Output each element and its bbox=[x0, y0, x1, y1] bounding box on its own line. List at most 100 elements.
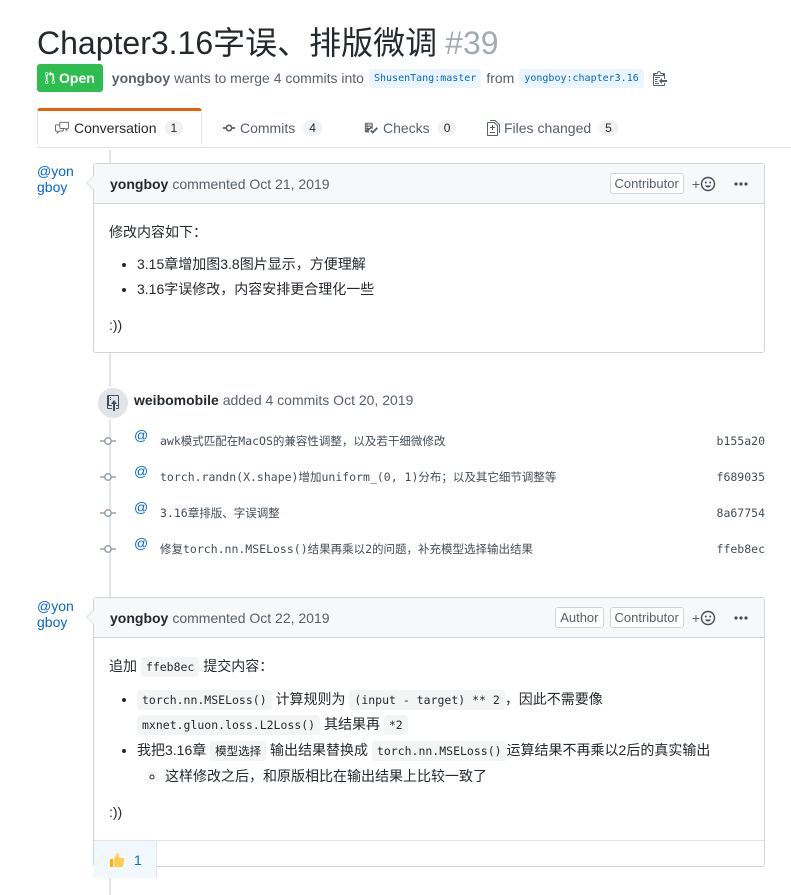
repo-push-icon bbox=[96, 386, 130, 420]
list-item: torch.nn.MSELoss() 计算规则为 (input - target… bbox=[137, 687, 749, 737]
commit-row: @ 修复torch.nn.MSELoss()结果再乘以2的问题，补充模型选择输出… bbox=[100, 535, 765, 561]
inline-code: (input - target) ** 2 bbox=[349, 690, 505, 710]
tab-conversation-label: Conversation bbox=[74, 119, 157, 136]
pr-author-link[interactable]: yongboy bbox=[112, 70, 170, 86]
commit-avatar[interactable]: @ bbox=[134, 535, 148, 551]
tab-files-changed-label: Files changed bbox=[504, 120, 592, 136]
event-action: added 4 commits Oct 20, 2019 bbox=[222, 392, 414, 408]
commit-sha[interactable]: b155a20 bbox=[717, 434, 765, 448]
comment-outro: :)) bbox=[109, 317, 123, 333]
from-text: from bbox=[486, 70, 515, 86]
event-author[interactable]: weibomobile bbox=[134, 392, 219, 408]
intro-prefix: 追加 bbox=[109, 658, 137, 674]
pr-title: Chapter3.16字误、排版微调 bbox=[37, 25, 438, 61]
sub-list-item: 这样修改之后，和原版相比在输出结果上比较一致了 bbox=[165, 764, 749, 788]
git-commit-icon bbox=[100, 508, 116, 518]
commit-message[interactable]: 修复torch.nn.MSELoss()结果再乘以2的问题，补充模型选择输出结果 bbox=[160, 541, 533, 557]
list-text: 计算规则为 bbox=[275, 691, 346, 707]
commit-row: @ torch.randn(X.shape)增加uniform_(0, 1)分布… bbox=[100, 463, 765, 489]
inline-code: ffeb8ec bbox=[140, 657, 200, 677]
file-diff-icon bbox=[487, 120, 500, 136]
git-commit-icon bbox=[100, 472, 116, 482]
checklist-icon bbox=[363, 121, 379, 135]
comment-author[interactable]: yongboy bbox=[110, 610, 168, 626]
contributor-label: Contributor bbox=[609, 607, 684, 628]
list-item: 3.16字误修改，内容安排更合理化一些 bbox=[137, 277, 749, 301]
tab-commits-count: 4 bbox=[303, 120, 322, 136]
pr-tabs: Conversation 1 Commits 4 Checks 0 Files … bbox=[37, 108, 791, 148]
tab-checks[interactable]: Checks 0 bbox=[363, 109, 457, 147]
inline-code: *2 bbox=[383, 715, 408, 735]
comment-list: 3.15章增加图3.8图片显示，方便理解 3.16字误修改，内容安排更合理化一些 bbox=[109, 252, 749, 301]
comment-body: 追加 ffeb8ec 提交内容： torch.nn.MSELoss() 计算规则… bbox=[94, 638, 764, 840]
tab-commits[interactable]: Commits 4 bbox=[222, 109, 322, 147]
state-label: Open bbox=[59, 70, 95, 86]
comment-intro: 修改内容如下： bbox=[109, 224, 207, 240]
comment-1: yongboy commented Oct 21, 2019 Contribut… bbox=[86, 163, 765, 353]
add-reaction-button[interactable]: + bbox=[692, 176, 716, 192]
state-badge: Open bbox=[37, 64, 103, 92]
kebab-menu-icon[interactable] bbox=[734, 615, 748, 620]
comment-header: yongboy commented Oct 21, 2019 Contribut… bbox=[94, 164, 764, 204]
avatar-alt-line2: gboy bbox=[37, 614, 68, 630]
add-reaction-button[interactable]: + bbox=[692, 610, 716, 626]
commit-row: @ 3.16章排版、字误调整 8a67754 bbox=[100, 499, 765, 525]
commit-avatar[interactable]: @ bbox=[134, 427, 148, 443]
pr-title-row: Chapter3.16字误、排版微调 #39 bbox=[37, 18, 499, 64]
inline-code: torch.nn.MSELoss() bbox=[371, 741, 507, 761]
smiley-icon bbox=[700, 610, 716, 625]
commit-message[interactable]: 3.16章排版、字误调整 bbox=[160, 505, 280, 521]
comment-discussion-icon bbox=[54, 121, 70, 135]
commit-sha[interactable]: 8a67754 bbox=[717, 506, 765, 520]
comment-intro: 追加 ffeb8ec 提交内容： bbox=[109, 654, 749, 679]
comment-2: yongboy commented Oct 22, 2019 Author Co… bbox=[86, 597, 765, 878]
tab-checks-label: Checks bbox=[383, 120, 430, 136]
list-text: 其结果再 bbox=[323, 716, 380, 732]
commit-avatar[interactable]: @ bbox=[134, 499, 148, 515]
clipboard-icon[interactable] bbox=[652, 70, 667, 86]
pr-number: #39 bbox=[445, 25, 499, 61]
intro-suffix: 提交内容： bbox=[203, 658, 274, 674]
comment-header: yongboy commented Oct 22, 2019 Author Co… bbox=[94, 598, 764, 638]
kebab-menu-icon[interactable] bbox=[734, 181, 748, 186]
thumbs-up-reaction-button[interactable]: 1 bbox=[94, 841, 157, 878]
avatar[interactable]: @yon gboy bbox=[37, 163, 74, 195]
commit-message[interactable]: torch.randn(X.shape)增加uniform_(0, 1)分布；以… bbox=[160, 469, 556, 485]
inline-code: torch.nn.MSELoss() bbox=[137, 690, 272, 710]
head-branch[interactable]: yongboy:chapter3.16 bbox=[519, 68, 644, 88]
comment-timestamp[interactable]: commented Oct 21, 2019 bbox=[172, 176, 329, 192]
commit-sha[interactable]: f689035 bbox=[717, 470, 765, 484]
list-text: 我把3.16章 bbox=[137, 742, 207, 758]
comment-list: torch.nn.MSELoss() 计算规则为 (input - target… bbox=[109, 687, 749, 788]
commit-message[interactable]: awk模式匹配在MacOS的兼容性调整，以及若干细微修改 bbox=[160, 433, 445, 449]
avatar-alt-line1: @yon bbox=[37, 598, 74, 614]
commit-avatar[interactable]: @ bbox=[134, 463, 148, 479]
tab-conversation[interactable]: Conversation 1 bbox=[37, 108, 202, 145]
tab-commits-label: Commits bbox=[240, 120, 296, 136]
reaction-count: 1 bbox=[134, 851, 142, 868]
comment-body: 修改内容如下： 3.15章增加图3.8图片显示，方便理解 3.16字误修改，内容… bbox=[94, 204, 764, 353]
commit-sha[interactable]: ffeb8ec bbox=[717, 542, 765, 556]
commits-event: weibomobile added 4 commits Oct 20, 2019 bbox=[134, 392, 413, 408]
tab-files-changed[interactable]: Files changed 5 bbox=[487, 109, 618, 147]
avatar-alt-line1: @yon bbox=[37, 163, 74, 179]
thumbs-up-icon bbox=[108, 851, 126, 869]
list-item: 3.15章增加图3.8图片显示，方便理解 bbox=[137, 252, 749, 276]
comment-author[interactable]: yongboy bbox=[110, 176, 168, 192]
reactions-bar: 1 bbox=[94, 840, 764, 878]
list-text: 运算结果不再乘以2后的真实输出 bbox=[506, 742, 711, 758]
tab-checks-count: 0 bbox=[437, 120, 457, 136]
base-branch[interactable]: ShusenTang:master bbox=[368, 68, 482, 88]
git-commit-icon bbox=[222, 121, 236, 135]
list-item: 我把3.16章 模型选择 输出结果替换成 torch.nn.MSELoss()运… bbox=[137, 738, 749, 788]
pr-meta: Open yongboy wants to merge 4 commits in… bbox=[37, 64, 667, 92]
tab-files-changed-count: 5 bbox=[599, 120, 618, 136]
inline-code: mxnet.gluon.loss.L2Loss() bbox=[137, 715, 321, 735]
inline-code: 模型选择 bbox=[210, 741, 267, 761]
sub-list: 这样修改之后，和原版相比在输出结果上比较一致了 bbox=[137, 764, 749, 788]
contributor-label: Contributor bbox=[609, 173, 684, 194]
avatar[interactable]: @yon gboy bbox=[37, 598, 74, 630]
comment-outro: :)) bbox=[109, 804, 123, 820]
comment-timestamp[interactable]: commented Oct 22, 2019 bbox=[172, 610, 329, 626]
smiley-icon bbox=[700, 176, 716, 191]
